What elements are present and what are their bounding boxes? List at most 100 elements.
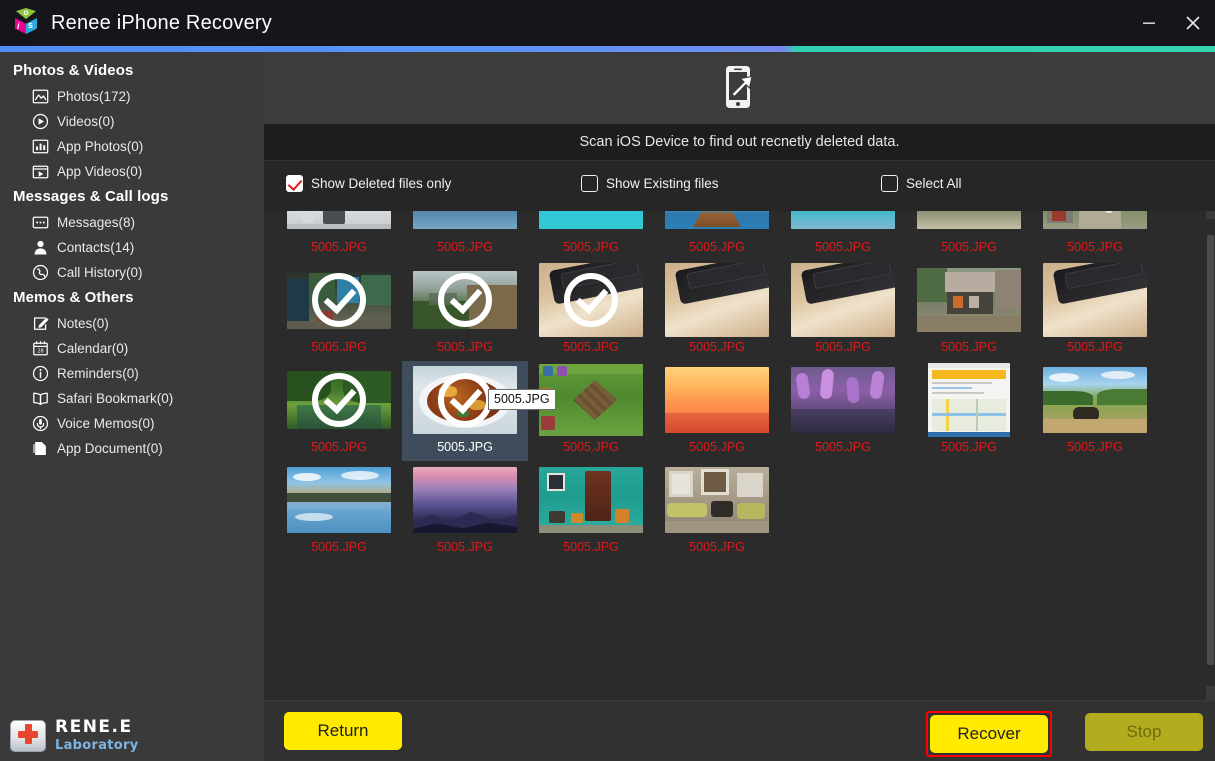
thumbnail-cell[interactable]: 5005.JPG <box>1032 361 1158 461</box>
sidebar-item-label: App Videos(0) <box>57 164 143 179</box>
thumbnail-cell[interactable]: 5005.JPG <box>906 261 1032 361</box>
thumbnail-label: 5005.JPG <box>1067 440 1123 454</box>
thumbnail-cell[interactable]: 5005.JPG <box>780 361 906 461</box>
sidebar-item-app-document[interactable]: App Document(0) <box>0 436 264 461</box>
sidebar-nav: Photos & Videos Photos(172) Videos(0) App P… <box>0 52 264 710</box>
thumbnail-image[interactable] <box>287 263 391 337</box>
app-title: Renee iPhone Recovery <box>51 11 272 34</box>
thumbnail-cell[interactable]: 5005.JPG <box>276 261 402 361</box>
sidebar-item-app-videos[interactable]: App Videos(0) <box>0 159 264 184</box>
filter-show-existing-files[interactable]: Show Existing files <box>581 174 719 192</box>
sidebar-item-label: Calendar(0) <box>57 341 129 356</box>
thumbnail-label: 5005.JPG <box>563 440 619 454</box>
thumbnail-cell[interactable]: 5005.JPG <box>528 361 654 461</box>
filter-label: Show Deleted files only <box>311 175 452 191</box>
sidebar-item-contacts[interactable]: Contacts(14) <box>0 235 264 260</box>
sidebar-item-calendar[interactable]: 28 Calendar(0) <box>0 336 264 361</box>
brand-subtitle: Laboratory <box>55 738 139 753</box>
thumbnail-image[interactable] <box>413 263 517 337</box>
thumbnail-label: 5005.JPG <box>563 540 619 554</box>
sidebar-item-app-photos[interactable]: App Photos(0) <box>0 134 264 159</box>
thumbnail-label: 5005.JPG <box>311 540 367 554</box>
scrollbar-thumb[interactable] <box>1207 235 1214 665</box>
stop-button[interactable]: Stop <box>1085 713 1203 751</box>
thumbnail-cell[interactable]: 5005.JPG <box>402 261 528 361</box>
renee-cube-icon: o i s <box>11 8 41 38</box>
thumbnail-cell[interactable]: 5005.JPG <box>276 205 402 261</box>
thumbnail-cell[interactable]: 5005.JPG <box>276 461 402 561</box>
thumbnail-label: 5005.JPG <box>437 340 493 354</box>
thumbnail-image[interactable] <box>791 263 895 337</box>
thumbnail-cell[interactable]: 5005.JPG <box>1032 205 1158 261</box>
thumbnail-cell[interactable]: 5005.JPG <box>528 261 654 361</box>
scroll-down-arrow[interactable] <box>1206 686 1215 700</box>
sidebar-item-reminders[interactable]: Reminders(0) <box>0 361 264 386</box>
sidebar-item-photos[interactable]: Photos(172) <box>0 84 264 109</box>
thumbnail-cell[interactable]: 5005.JPG <box>906 205 1032 261</box>
thumbnail-image[interactable] <box>665 463 769 537</box>
thumbnail-cell[interactable]: 5005.JPG <box>654 261 780 361</box>
thumbnail-label: 5005.JPG <box>689 240 745 254</box>
filter-label: Select All <box>906 175 962 191</box>
thumbnail-grid: 5005.JPG 5005.JPG 5005.JPG 5005.JPG 5005.JPG… <box>264 205 1215 561</box>
document-icon <box>32 440 49 457</box>
sidebar-group-title: Memos & Others <box>13 289 134 306</box>
sidebar-item-notes[interactable]: Notes(0) <box>0 311 264 336</box>
scan-banner <box>264 52 1215 124</box>
thumbnail-image[interactable] <box>539 463 643 537</box>
thumbnail-cell[interactable]: 5005.JPG <box>780 261 906 361</box>
renee-keyboard-cross-icon <box>10 719 46 752</box>
thumbnail-label: 5005.JPG <box>1067 340 1123 354</box>
sidebar-item-call-history[interactable]: Call History(0) <box>0 260 264 285</box>
thumbnail-image[interactable] <box>665 363 769 437</box>
sidebar-item-videos[interactable]: Videos(0) <box>0 109 264 134</box>
recover-button[interactable]: Recover <box>930 715 1048 753</box>
sidebar-item-voice-memos[interactable]: Voice Memos(0) <box>0 411 264 436</box>
thumbnail-grid-area[interactable]: 5005.JPG 5005.JPG 5005.JPG 5005.JPG 5005.JPG… <box>264 205 1215 700</box>
filename-tooltip: 5005.JPG <box>488 389 556 410</box>
phone-scan-icon <box>718 64 762 112</box>
thumbnail-image[interactable] <box>917 263 1021 337</box>
filter-select-all[interactable]: Select All <box>881 174 962 192</box>
checkbox-select-all[interactable] <box>881 174 898 192</box>
thumbnail-cell[interactable]: 5005.JPG <box>276 361 402 461</box>
checkbox-show-existing-files[interactable] <box>581 174 598 192</box>
checkbox-show-deleted-files-only[interactable] <box>286 174 303 192</box>
thumbnail-cell[interactable]: 5005.JPG <box>402 205 528 261</box>
thumbnail-image[interactable] <box>287 363 391 437</box>
vertical-scrollbar[interactable] <box>1206 205 1215 700</box>
sidebar-item-messages[interactable]: Messages(8) <box>0 210 264 235</box>
microphone-circle-icon <box>32 415 49 432</box>
thumbnail-image[interactable] <box>1043 363 1147 437</box>
thumbnail-cell[interactable]: 5005.JPG 5005.JPG <box>402 361 556 461</box>
thumbnail-image[interactable] <box>917 363 1021 437</box>
thumbnail-cell[interactable]: 5005.JPG <box>402 461 528 561</box>
thumbnail-cell[interactable]: 5005.JPG <box>906 361 1032 461</box>
sidebar-item-label: App Photos(0) <box>57 139 144 154</box>
phone-circle-icon <box>32 264 49 281</box>
sidebar-item-label: Reminders(0) <box>57 366 139 381</box>
app-video-icon <box>32 163 49 180</box>
thumbnail-image[interactable] <box>791 363 895 437</box>
thumbnail-cell[interactable]: 5005.JPG <box>780 205 906 261</box>
thumbnail-cell[interactable]: 5005.JPG <box>654 205 780 261</box>
sidebar-item-label: Photos(172) <box>57 89 131 104</box>
thumbnail-label: 5005.JPG <box>941 440 997 454</box>
thumbnail-cell[interactable]: 5005.JPG <box>654 461 780 561</box>
sidebar-item-safari-bookmark[interactable]: Safari Bookmark(0) <box>0 386 264 411</box>
return-button[interactable]: Return <box>284 712 402 750</box>
thumbnail-image[interactable] <box>287 463 391 537</box>
thumbnail-cell[interactable]: 5005.JPG <box>528 461 654 561</box>
thumbnail-image[interactable] <box>539 263 643 337</box>
thumbnail-cell[interactable]: 5005.JPG <box>528 205 654 261</box>
thumbnail-image[interactable] <box>665 263 769 337</box>
recover-button-highlight: Recover <box>926 711 1052 757</box>
close-icon[interactable] <box>1171 0 1215 46</box>
thumbnail-cell[interactable]: 5005.JPG <box>1032 261 1158 361</box>
minimize-icon[interactable] <box>1127 0 1171 46</box>
thumbnail-image[interactable] <box>1043 263 1147 337</box>
thumbnail-image[interactable] <box>413 463 517 537</box>
thumbnail-cell[interactable]: 5005.JPG <box>654 361 780 461</box>
filter-show-deleted-files-only[interactable]: Show Deleted files only <box>286 174 452 192</box>
sidebar-item-label: Safari Bookmark(0) <box>57 391 174 406</box>
